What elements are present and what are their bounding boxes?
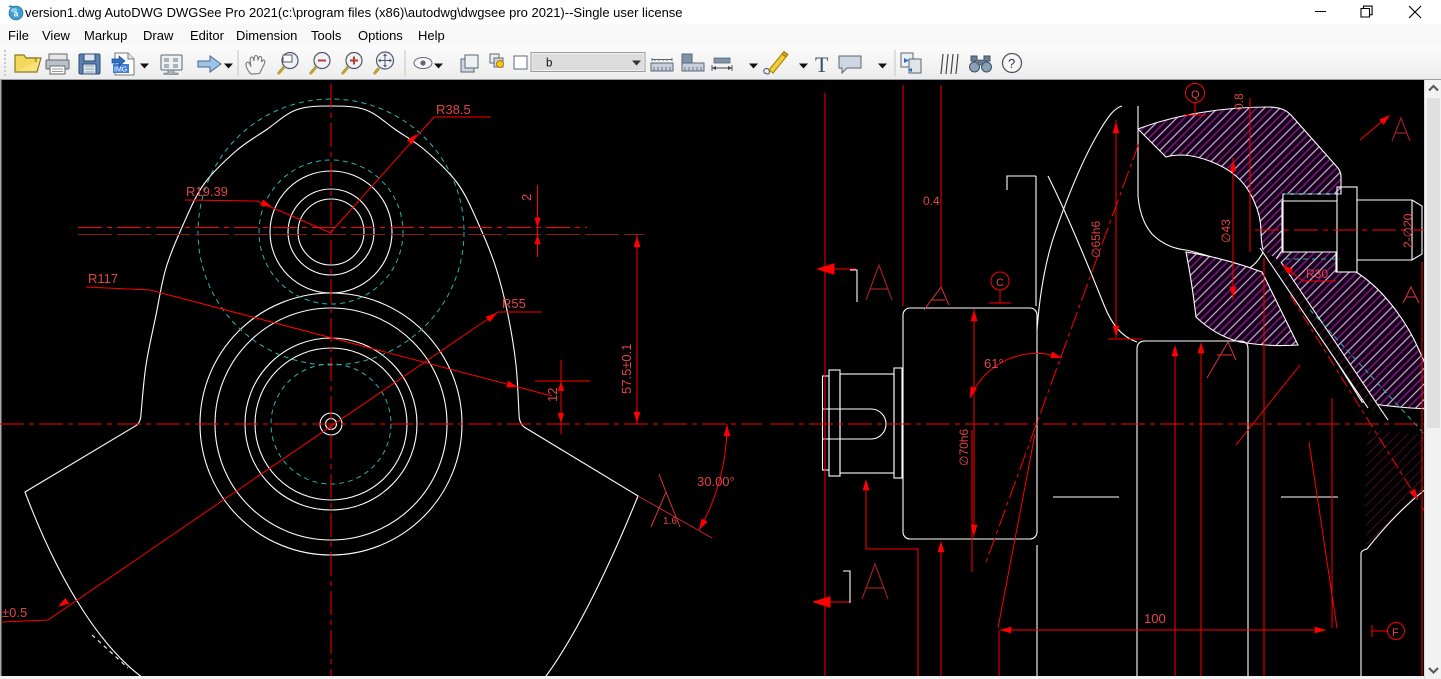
svg-text:IMG: IMG: [114, 67, 127, 74]
svg-text:2-∅20: 2-∅20: [1401, 213, 1415, 248]
svg-text:T: T: [815, 52, 829, 77]
svg-text:R19.39: R19.39: [186, 184, 228, 199]
svg-text:∅65h6: ∅65h6: [1089, 221, 1103, 258]
svg-text:57.5±0.1: 57.5±0.1: [619, 343, 634, 394]
svg-text:∅70h6: ∅70h6: [957, 429, 971, 466]
svg-text:R30: R30: [1306, 267, 1328, 281]
svg-text:Q: Q: [1191, 89, 1200, 101]
svg-text:100: 100: [1144, 611, 1166, 626]
svg-text:∅43: ∅43: [1219, 219, 1233, 243]
svg-text:30.00°: 30.00°: [697, 474, 735, 489]
svg-text:0.8: 0.8: [1232, 93, 1246, 110]
svg-text:12: 12: [545, 388, 560, 402]
svg-text:±0.5: ±0.5: [2, 605, 27, 620]
svg-text:2: 2: [519, 194, 534, 201]
svg-text:a: a: [14, 8, 19, 18]
svg-text:C: C: [996, 277, 1004, 289]
svg-text:F: F: [1392, 627, 1399, 639]
svg-text:R55: R55: [502, 296, 526, 311]
svg-text:?: ?: [1008, 56, 1015, 71]
svg-text:R38.5: R38.5: [436, 102, 471, 117]
svg-text:R117: R117: [88, 271, 118, 286]
svg-text:b: b: [546, 58, 552, 70]
svg-text:61°: 61°: [984, 356, 1004, 371]
svg-text:0.4: 0.4: [923, 194, 940, 208]
svg-text:1.6: 1.6: [663, 516, 677, 527]
